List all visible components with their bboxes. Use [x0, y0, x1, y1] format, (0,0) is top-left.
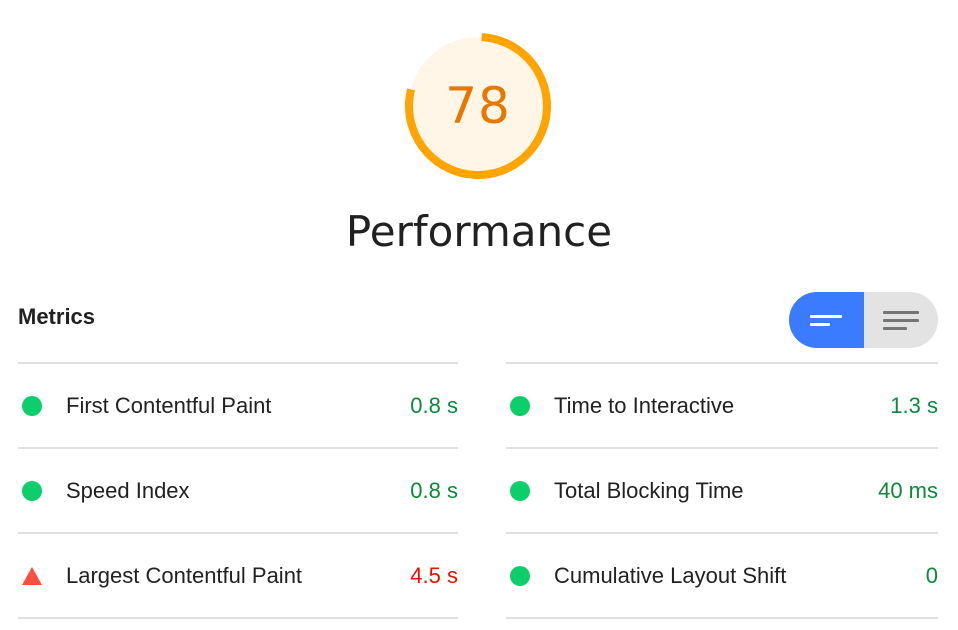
- metric-value: 0.8 s: [410, 392, 458, 418]
- gauge-score: 78: [445, 77, 511, 135]
- metric-value: 1.3 s: [890, 392, 938, 418]
- metric-label: First Contentful Paint: [66, 392, 272, 418]
- metric-view-toggle[interactable]: [789, 292, 938, 348]
- metric-label: Largest Contentful Paint: [66, 562, 303, 588]
- performance-gauge: 78: [404, 32, 552, 180]
- long-lines-icon-bar: [882, 326, 907, 330]
- pass-circle-icon: [22, 395, 42, 416]
- collapsed-view-button[interactable]: [789, 292, 864, 348]
- metric-row-first-contentful-paint: First Contentful Paint 0.8 s: [18, 362, 458, 447]
- fail-triangle-icon: [22, 566, 42, 585]
- category-title: Performance: [345, 207, 613, 256]
- long-lines-icon-bar: [882, 318, 919, 322]
- metric-row-largest-contentful-paint: Largest Contentful Paint 4.5 s: [18, 532, 458, 619]
- metric-row-speed-index: Speed Index 0.8 s: [18, 447, 458, 532]
- metric-label: Time to Interactive: [554, 392, 735, 418]
- long-lines-icon: [882, 310, 919, 314]
- metric-row-cumulative-layout-shift: Cumulative Layout Shift 0: [506, 532, 938, 619]
- metric-label: Total Blocking Time: [554, 477, 744, 503]
- metrics-column-left: First Contentful Paint 0.8 s Speed Index…: [18, 362, 458, 619]
- pass-circle-icon: [510, 480, 530, 501]
- metrics-title: Metrics: [18, 304, 96, 329]
- metric-label: Speed Index: [66, 477, 190, 503]
- metric-value: 0.8 s: [410, 477, 458, 503]
- pass-circle-icon: [510, 565, 530, 586]
- pass-circle-icon: [22, 480, 42, 501]
- short-lines-icon-bar: [810, 322, 831, 326]
- metric-value: 0: [925, 562, 938, 588]
- metric-row-time-to-interactive: Time to Interactive 1.3 s: [506, 362, 938, 447]
- metrics-column-right: Time to Interactive 1.3 s Total Blocking…: [506, 362, 938, 619]
- expanded-view-button[interactable]: [864, 292, 939, 348]
- metric-row-total-blocking-time: Total Blocking Time 40 ms: [506, 447, 938, 532]
- metric-value: 4.5 s: [410, 562, 458, 588]
- metric-value: 40 ms: [878, 477, 938, 503]
- short-lines-icon: [810, 314, 843, 318]
- pass-circle-icon: [510, 395, 530, 416]
- metric-label: Cumulative Layout Shift: [554, 562, 787, 588]
